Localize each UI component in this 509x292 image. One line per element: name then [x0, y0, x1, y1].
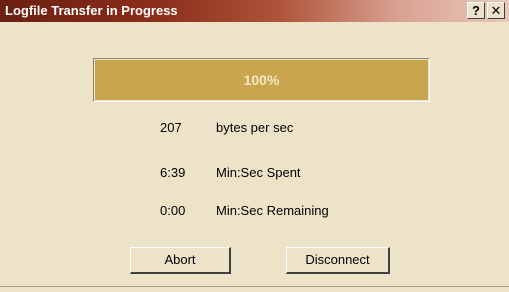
transfer-rate-value: 207 — [160, 120, 182, 135]
progress-bar: 100% — [93, 58, 430, 102]
time-remaining-value: 0:00 — [160, 203, 186, 218]
time-spent-value: 6:39 — [160, 165, 186, 180]
transfer-rate-label: bytes per sec — [216, 120, 294, 135]
window-bottom-edge — [0, 286, 509, 292]
time-spent-label: Min:Sec Spent — [216, 165, 301, 180]
time-remaining-label: Min:Sec Remaining — [216, 203, 329, 218]
close-button[interactable]: ✕ — [487, 2, 505, 19]
progress-percent: 100% — [243, 72, 280, 88]
transfer-dialog: Logfile Transfer in Progress ? ✕ 100% 20… — [0, 0, 509, 292]
disconnect-button[interactable]: Disconnect — [286, 247, 390, 274]
window-title: Logfile Transfer in Progress — [5, 3, 178, 18]
abort-button[interactable]: Abort — [130, 247, 231, 274]
close-icon: ✕ — [490, 3, 502, 18]
title-bar[interactable]: Logfile Transfer in Progress ? ✕ — [0, 0, 509, 22]
help-button[interactable]: ? — [467, 2, 485, 19]
